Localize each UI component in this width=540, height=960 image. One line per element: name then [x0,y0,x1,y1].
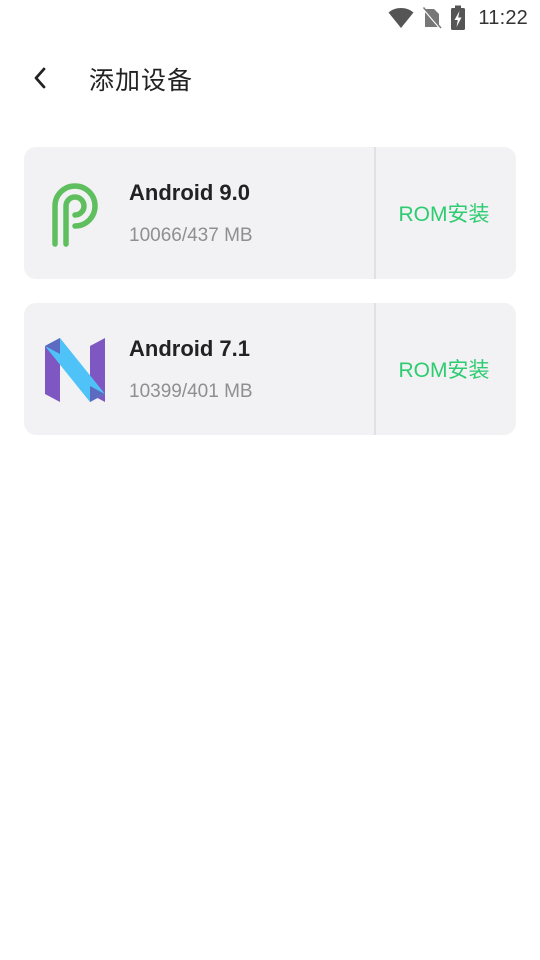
status-time: 11:22 [478,6,528,29]
back-button[interactable] [22,62,58,98]
app-header: 添加设备 [0,56,540,104]
wifi-icon [388,7,414,29]
device-list: Android 9.0 10066/437 MB ROM安装 Android 7… [24,147,516,459]
android-pie-logo [42,178,108,250]
android-nougat-logo [42,334,108,406]
rom-install-button[interactable]: ROM安装 [376,147,516,279]
no-sim-icon [422,6,443,30]
device-card: Android 9.0 10066/437 MB ROM安装 [24,147,516,279]
device-name: Android 7.1 [129,336,251,361]
status-icons: 11:22 [388,5,528,31]
status-bar: 11:22 [0,0,540,36]
device-size: 10399/401 MB [129,381,253,402]
chevron-left-icon [32,66,48,94]
device-info[interactable]: Android 9.0 10066/437 MB [24,147,374,279]
battery-charging-icon [450,5,466,31]
rom-install-button[interactable]: ROM安装 [376,303,516,435]
device-card: Android 7.1 10399/401 MB ROM安装 [24,303,516,435]
page-title: 添加设备 [89,66,194,95]
device-info[interactable]: Android 7.1 10399/401 MB [24,303,374,435]
device-size: 10066/437 MB [129,225,253,246]
device-name: Android 9.0 [129,180,251,205]
